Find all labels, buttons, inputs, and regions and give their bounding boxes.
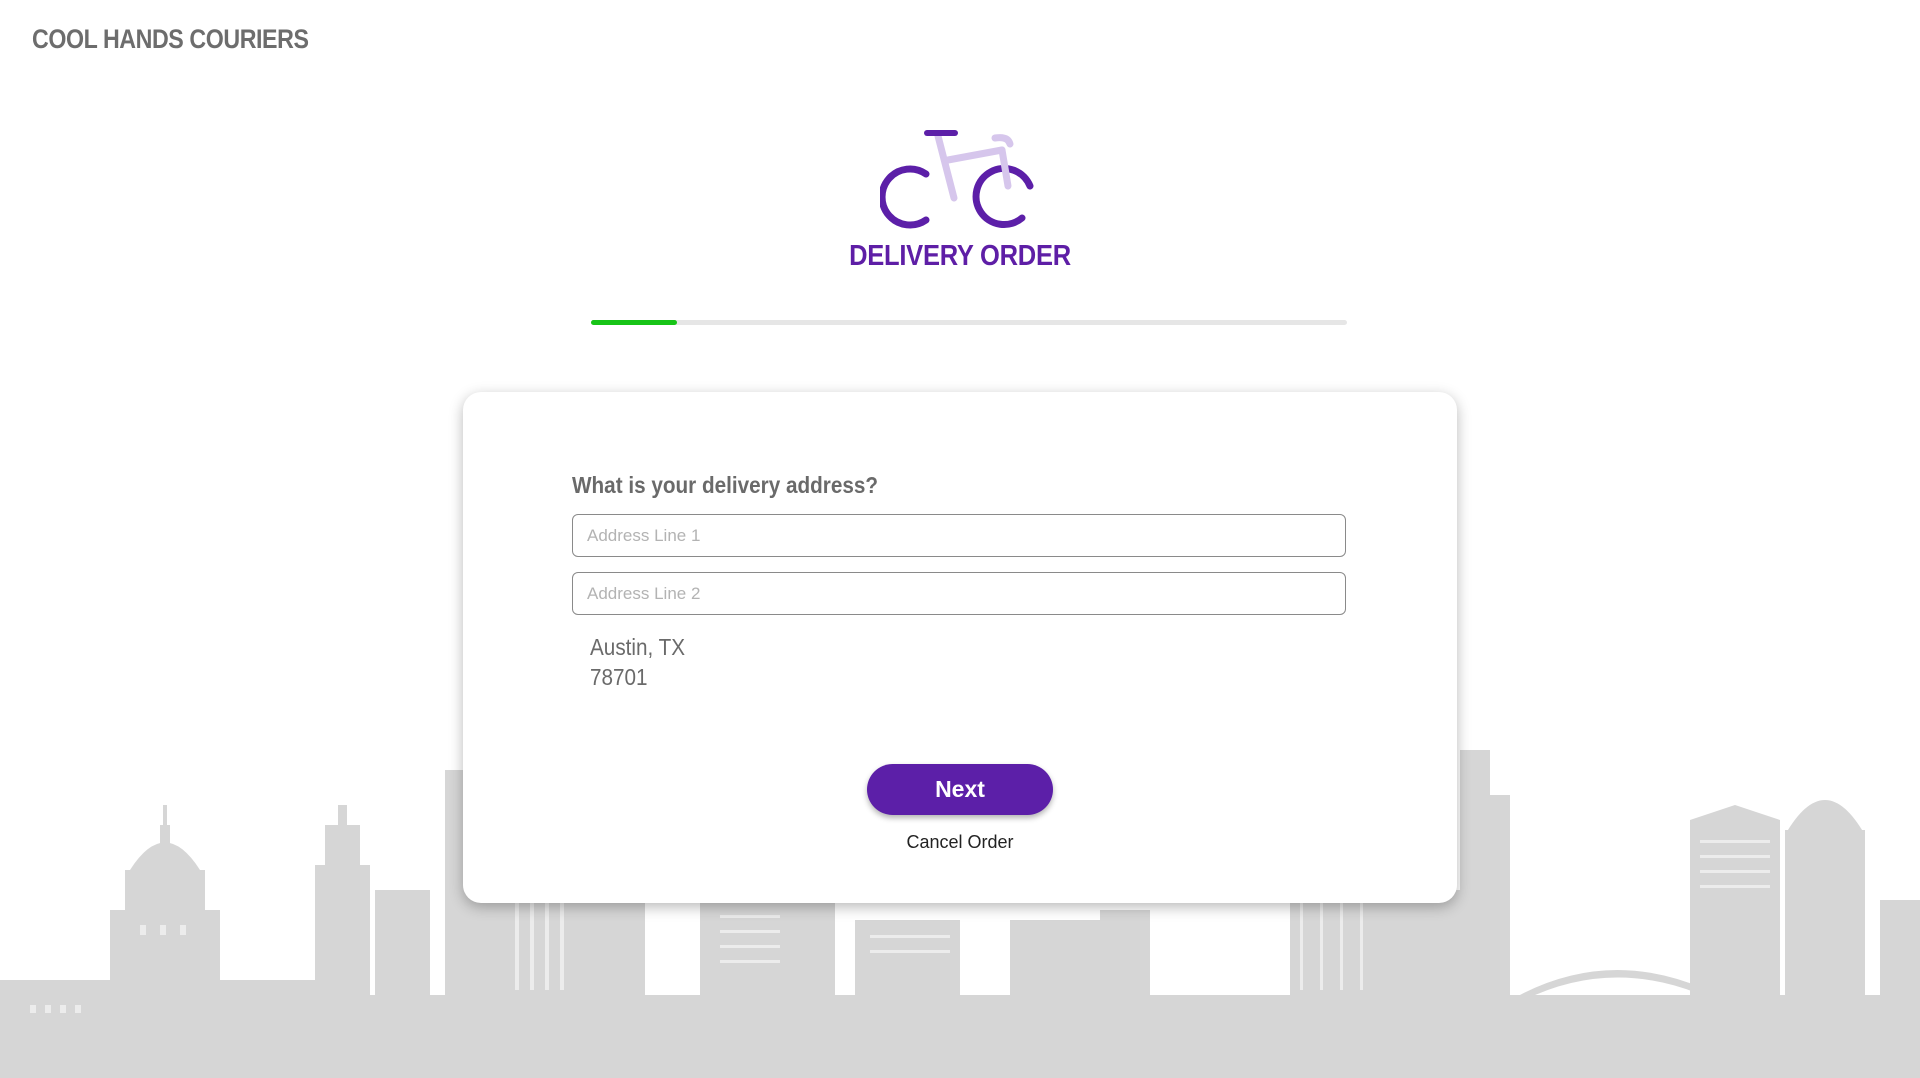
city-zip-block: Austin, TX 78701: [590, 632, 685, 692]
address-line-1-input[interactable]: [572, 514, 1346, 557]
address-form-card: What is your delivery address? Austin, T…: [463, 392, 1457, 903]
progress-bar-fill: [591, 320, 678, 325]
zip-code-text: 78701: [590, 664, 648, 690]
brand-name: COOL HANDS COURIERS: [32, 24, 309, 54]
cancel-order-link[interactable]: Cancel Order: [860, 832, 1060, 853]
page-title: DELIVERY ORDER: [849, 240, 1071, 272]
city-state-text: Austin, TX: [590, 634, 686, 660]
next-button[interactable]: Next: [867, 764, 1053, 815]
progress-bar: [591, 320, 1347, 325]
address-question: What is your delivery address?: [572, 472, 879, 498]
bicycle-icon: [880, 128, 1040, 232]
address-line-2-input[interactable]: [572, 572, 1346, 615]
